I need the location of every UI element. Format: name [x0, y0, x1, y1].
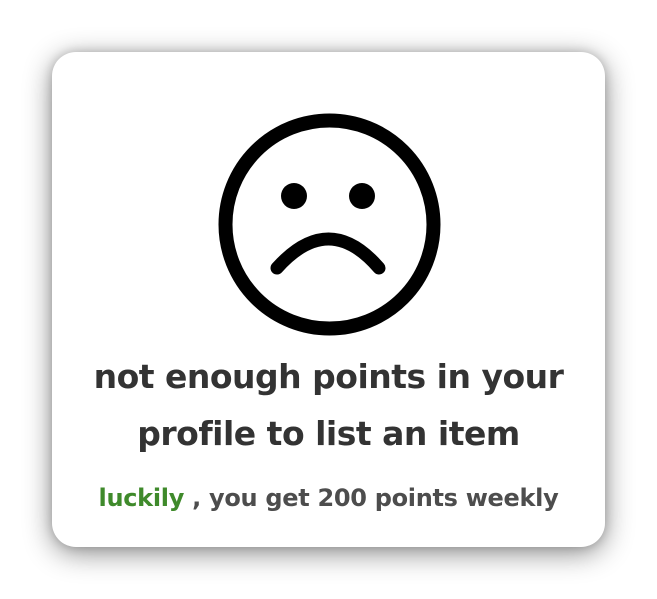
weekly-points-note: luckily , you get 200 points weekly [52, 480, 605, 516]
sad-face-icon [218, 113, 441, 336]
not-enough-points-dialog: not enough points in your profile to lis… [52, 52, 605, 547]
not-enough-points-message: not enough points in your profile to lis… [93, 357, 564, 453]
luckily-highlight: luckily [98, 484, 185, 512]
weekly-points-text: , you get 200 points weekly [192, 484, 559, 512]
page: not enough points in your profile to lis… [0, 0, 657, 599]
